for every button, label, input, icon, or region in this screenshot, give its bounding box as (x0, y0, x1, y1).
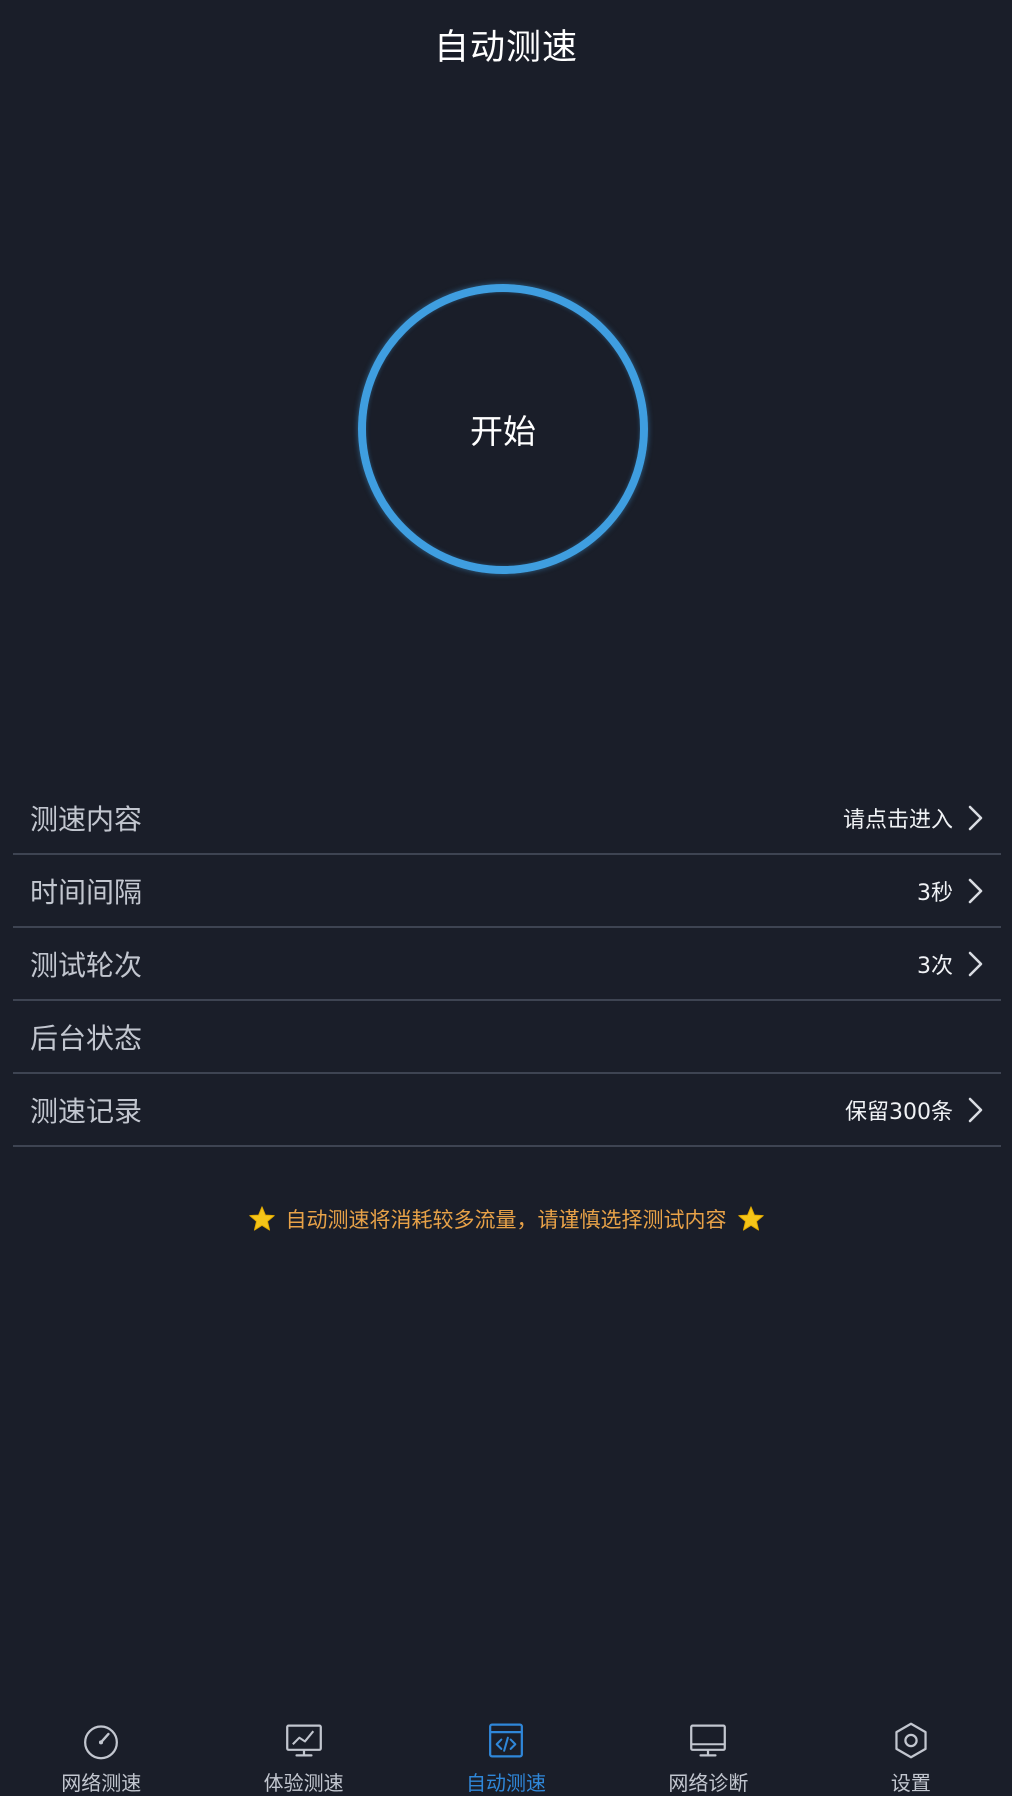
settings-row-label: 测速记录 (30, 1094, 143, 1128)
tab-settings[interactable]: 设置 (810, 1716, 1012, 1796)
star-icon (737, 1206, 764, 1231)
chevron-right-icon (968, 951, 983, 976)
settings-row-right: 保留300条 (845, 1094, 987, 1126)
tab-experience-speed[interactable]: 体验测速 (202, 1716, 404, 1796)
monitor-chart-icon (285, 1724, 322, 1757)
settings-row-rounds[interactable]: 测试轮次 3次 (13, 928, 1001, 1001)
speedometer-icon (84, 1725, 119, 1760)
settings-row-right: 3秒 (917, 875, 987, 907)
settings-row-right: 3次 (917, 948, 987, 980)
settings-row-right: 请点击进入 (843, 802, 987, 834)
tab-label: 网络诊断 (668, 1771, 749, 1795)
settings-row-interval[interactable]: 时间间隔 3秒 (13, 855, 1001, 928)
star-icon (248, 1206, 275, 1231)
tab-label: 设置 (890, 1771, 931, 1795)
settings-row-background-state[interactable]: 后台状态 (13, 1001, 1001, 1074)
settings-row-records[interactable]: 测速记录 保留300条 (13, 1074, 1001, 1147)
page-title: 自动测速 (433, 27, 578, 68)
tab-label: 自动测速 (466, 1771, 547, 1795)
bottom-tab-bar: 网络测速 体验测速 自动测速 网络诊断 设置 (0, 1716, 1012, 1796)
hexagon-settings-icon (895, 1722, 927, 1759)
desktop-icon (690, 1724, 727, 1757)
settings-row-value: 请点击进入 (842, 807, 953, 833)
notice-text: 自动测速将消耗较多流量，请谨慎选择测试内容 (285, 1208, 727, 1232)
settings-row-value: 保留300条 (845, 1099, 953, 1125)
settings-row-value: 3秒 (917, 880, 953, 906)
settings-row-label: 后台状态 (30, 1021, 143, 1055)
tab-network-diagnosis[interactable]: 网络诊断 (607, 1716, 809, 1796)
start-button[interactable]: 开始 (358, 284, 648, 574)
start-button-label: 开始 (470, 412, 536, 451)
settings-row-value: 3次 (917, 953, 953, 979)
settings-row-label: 测试轮次 (30, 948, 143, 982)
header: 自动测速 (0, 0, 1012, 88)
tab-auto-speed[interactable]: 自动测速 (405, 1716, 607, 1796)
settings-list: 测速内容 请点击进入 时间间隔 3秒 测试轮次 3次 后台状态 测速记录 保留3… (13, 782, 1001, 1147)
tab-label: 网络测速 (61, 1771, 142, 1795)
chevron-right-icon (968, 878, 983, 903)
settings-row-label: 测速内容 (30, 802, 143, 836)
browser-code-icon (489, 1723, 523, 1758)
tab-label: 体验测速 (263, 1771, 344, 1795)
settings-row-test-content[interactable]: 测速内容 请点击进入 (13, 782, 1001, 855)
tab-network-speed[interactable]: 网络测速 (0, 1716, 202, 1796)
traffic-warning-notice: 自动测速将消耗较多流量，请谨慎选择测试内容 (0, 1200, 1012, 1238)
chevron-right-icon (968, 1097, 983, 1122)
chevron-right-icon (968, 805, 983, 830)
settings-row-label: 时间间隔 (30, 875, 143, 909)
